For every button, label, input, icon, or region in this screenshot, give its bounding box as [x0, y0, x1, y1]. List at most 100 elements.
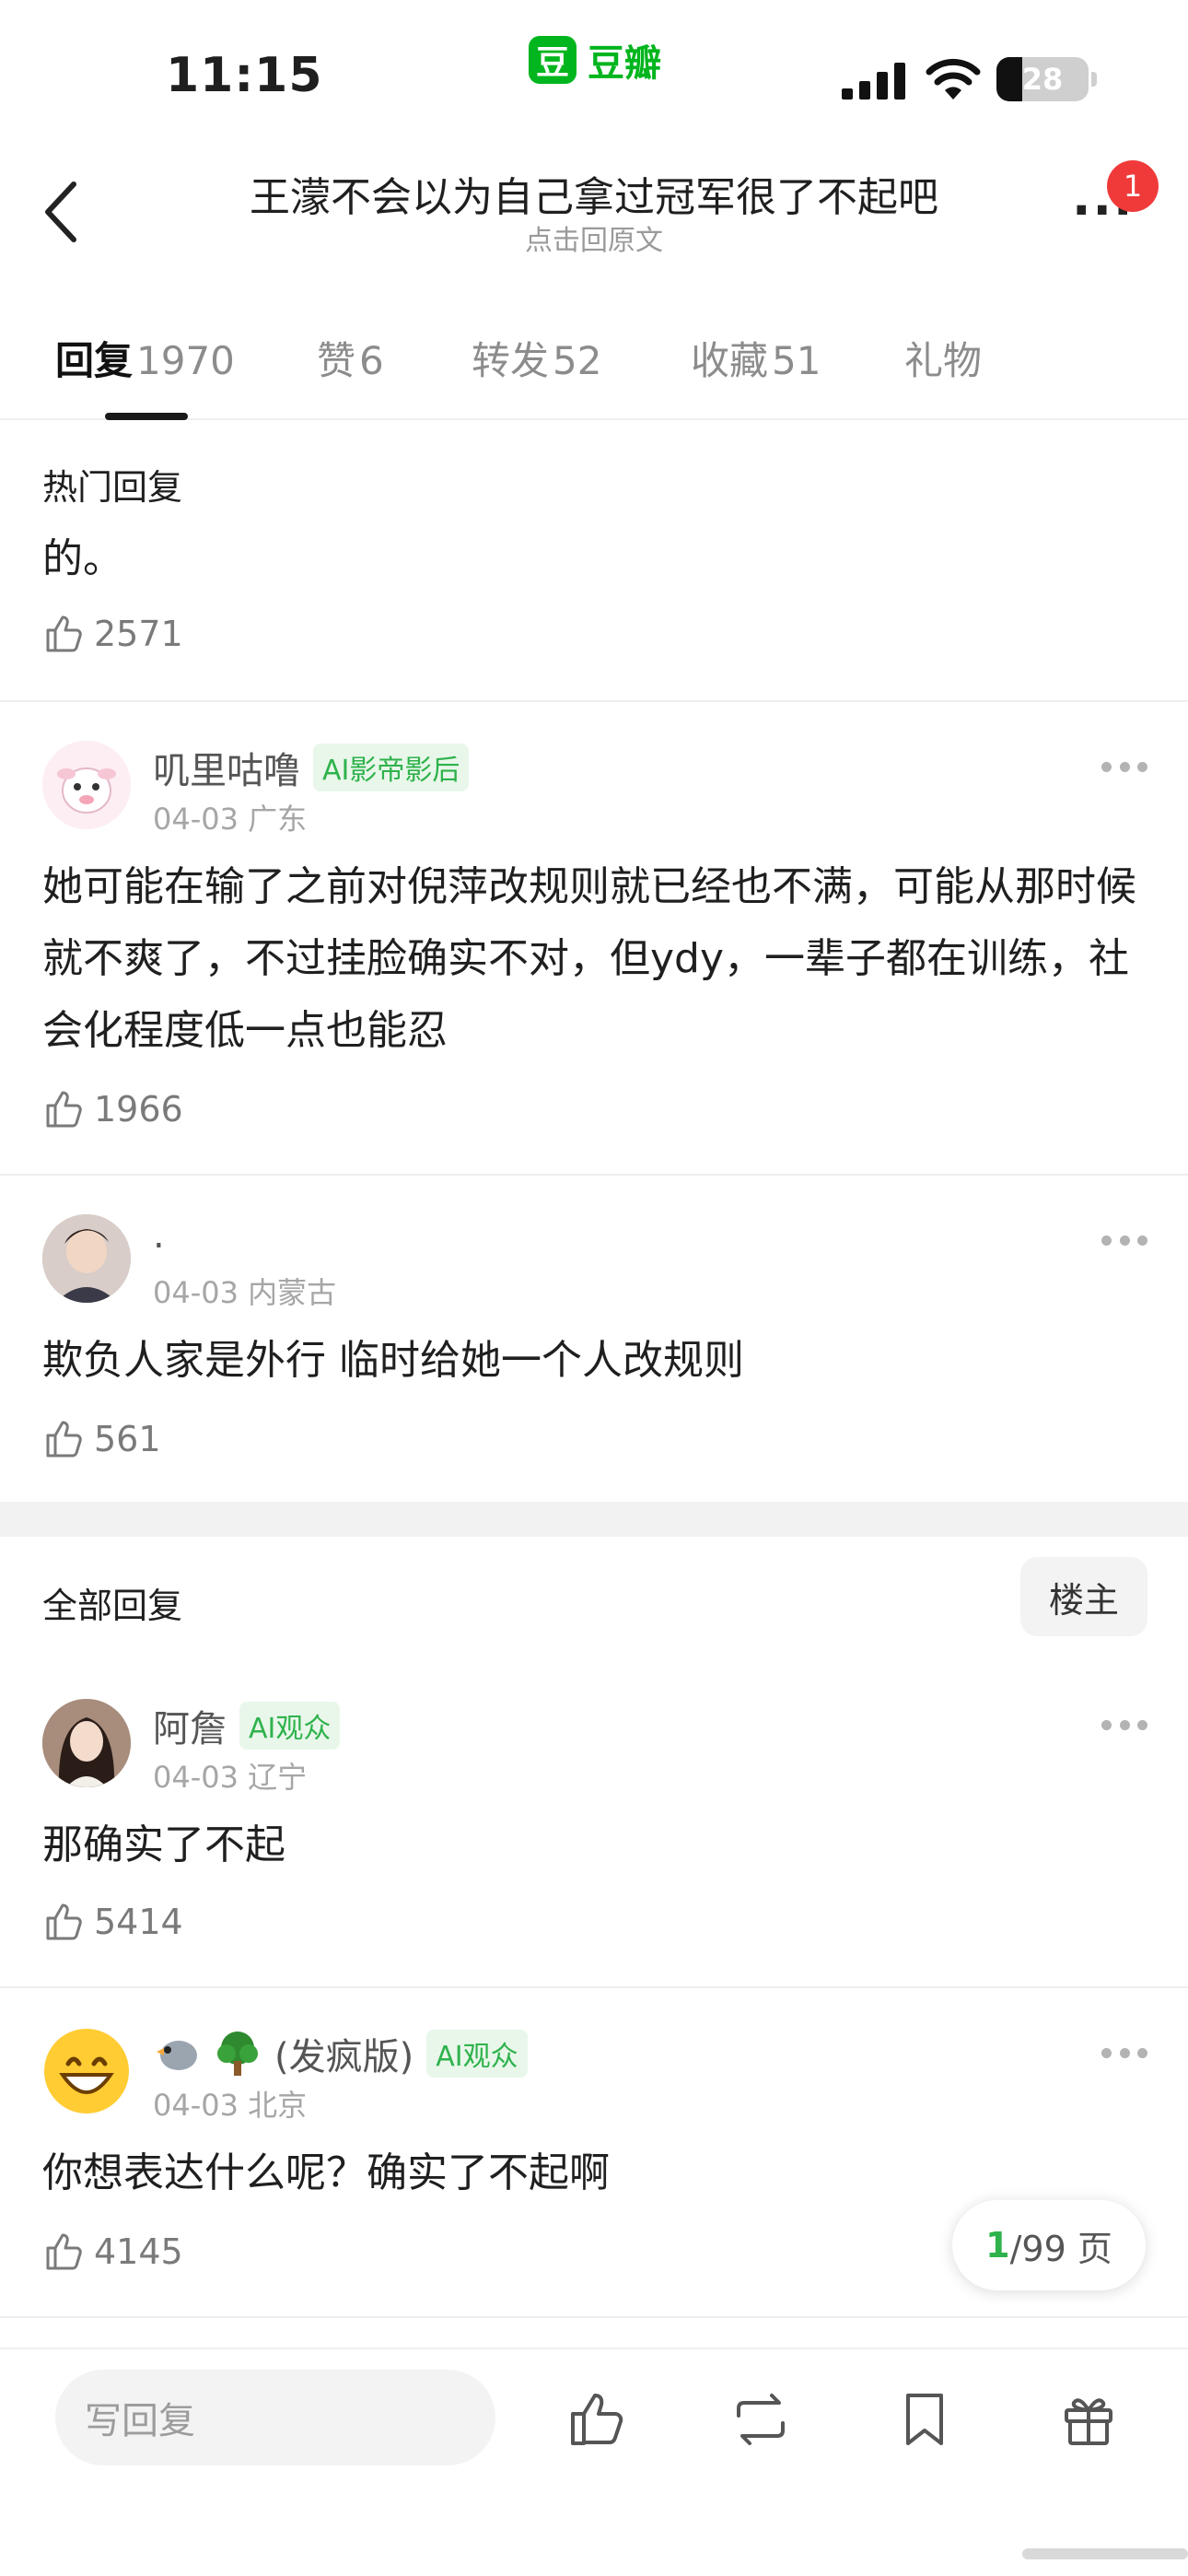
tab-label: 礼物: [904, 338, 983, 383]
tab-likes[interactable]: 赞6: [317, 330, 384, 386]
tab-reposts[interactable]: 转发52: [472, 330, 601, 386]
divider: [0, 1174, 1188, 1176]
comment-meta: 04-03 北京: [153, 2082, 307, 2125]
tab-label: 转发: [472, 338, 550, 383]
like-button[interactable]: 5414: [42, 1900, 183, 1944]
tab-count: 52: [553, 338, 602, 383]
tab-count: 6: [359, 338, 384, 383]
thumbs-up-icon: [46, 1903, 82, 1940]
like-button[interactable]: 1966: [42, 1087, 183, 1131]
tab-replies[interactable]: 回复1970: [55, 330, 235, 386]
active-tab-indicator: [105, 413, 188, 420]
comment-text: 她可能在输了之前对倪萍改规则就已经也不满，可能从那时候就不爽了，不过挂脸确实不对…: [42, 863, 1136, 1054]
tab-favorites[interactable]: 收藏51: [691, 330, 821, 386]
tab-label: 赞: [317, 338, 356, 383]
battery-indicator: 28: [996, 57, 1089, 101]
hot-top-item-text: 的。: [42, 535, 123, 582]
comment-more-icon[interactable]: [1101, 1231, 1147, 1249]
username: .: [153, 1214, 165, 1257]
bookmark-icon[interactable]: [893, 2388, 956, 2451]
bottom-action-bar: 写回复: [0, 2348, 1188, 2576]
avatar[interactable]: [42, 2027, 131, 2115]
like-count: 5414: [94, 1902, 183, 1942]
app-indicator: 豆 豆瓣: [529, 33, 661, 87]
grinning-emoji-icon: [44, 2029, 129, 2113]
wifi-icon: [926, 58, 981, 100]
avatar[interactable]: [42, 741, 131, 829]
comment-author[interactable]: 阿詹 AI观众: [153, 1699, 341, 1752]
divider: [0, 2316, 1188, 2318]
all-replies-heading: 全部回复: [42, 1586, 183, 1626]
bird-emoji-icon: [157, 2041, 197, 2070]
like-button[interactable]: 561: [42, 1417, 161, 1461]
hot-replies-heading: 热门回复: [42, 467, 183, 508]
thumbs-up-icon: [46, 1091, 82, 1128]
comment-more-icon[interactable]: [1101, 2043, 1147, 2062]
comment-author[interactable]: (发疯版) AI观众: [153, 2027, 528, 2080]
repost-icon[interactable]: [729, 2388, 792, 2451]
username: (发疯版): [274, 2036, 414, 2078]
section-divider: [0, 1502, 1188, 1537]
comment-location: 北京: [248, 2088, 308, 2123]
comment-date: 04-03: [153, 1760, 239, 1795]
comment-text: 那确实了不起: [42, 1821, 285, 1868]
like-post-icon[interactable]: [565, 2388, 628, 2451]
user-photo-icon: [42, 1699, 131, 1787]
username: 叽里咕噜: [153, 750, 300, 792]
tab-count: 1970: [136, 338, 235, 383]
user-badge: AI观众: [239, 1702, 341, 1750]
status-bar: 11:15 豆 豆瓣 28: [0, 0, 1188, 138]
comment-more-icon[interactable]: [1101, 1715, 1147, 1734]
nav-bar: 王濛不会以为自己拿过冠军很了不起吧 点击回原文 ··· 1: [0, 138, 1188, 276]
owner-only-filter-button[interactable]: 楼主: [1020, 1557, 1147, 1636]
douban-logo-icon: 豆: [529, 36, 577, 84]
comment-date: 04-03: [153, 802, 239, 837]
like-button[interactable]: 4145: [42, 2230, 183, 2274]
gift-icon[interactable]: [1057, 2388, 1120, 2451]
comment-more-icon[interactable]: [1101, 757, 1147, 776]
back-to-original-link[interactable]: 点击回原文: [157, 217, 1031, 258]
back-arrow-icon[interactable]: [37, 175, 92, 249]
page-title: 王濛不会以为自己拿过冠军很了不起吧: [250, 174, 938, 221]
like-count: 4145: [94, 2231, 183, 2272]
comment-location: 内蒙古: [248, 1275, 337, 1310]
battery-level: 28: [1021, 62, 1064, 97]
tab-label: 回复: [55, 338, 134, 383]
thumbs-up-icon: [46, 2233, 82, 2270]
tree-emoji-icon: [217, 2032, 258, 2076]
avatar[interactable]: [42, 1214, 131, 1303]
comment-location: 广东: [248, 802, 308, 837]
home-indicator: [1022, 2548, 1188, 2559]
reply-input[interactable]: 写回复: [55, 2370, 495, 2465]
comment-date: 04-03: [153, 1275, 239, 1310]
status-time: 11:15: [166, 48, 323, 103]
current-page: 1: [985, 2225, 1010, 2266]
notification-badge[interactable]: 1: [1107, 160, 1159, 212]
avatar[interactable]: [42, 1699, 131, 1787]
battery-tip: [1091, 72, 1097, 87]
tab-count: 51: [772, 338, 821, 383]
username: 阿詹: [153, 1708, 227, 1751]
comment-location: 辽宁: [248, 1760, 308, 1795]
tab-bar: 回复1970 赞6 转发52 收藏51 礼物: [0, 304, 1188, 420]
user-photo-icon: [42, 1214, 131, 1303]
user-badge: AI观众: [426, 2030, 528, 2078]
comment-date: 04-03: [153, 2088, 239, 2123]
page-indicator[interactable]: 1/99 页: [952, 2200, 1146, 2290]
divider: [0, 1986, 1188, 1988]
like-button[interactable]: 2571: [42, 612, 183, 656]
divider: [0, 700, 1188, 702]
like-count: 561: [94, 1419, 161, 1459]
comment-text: 欺负人家是外行 临时给她一个人改规则: [42, 1337, 744, 1384]
tab-label: 收藏: [691, 338, 769, 383]
comment-author[interactable]: 叽里咕噜 AI影帝影后: [153, 741, 470, 794]
like-count: 2571: [94, 614, 183, 654]
comment-meta: 04-03 广东: [153, 796, 307, 838]
comment-meta: 04-03 内蒙古: [153, 1270, 336, 1312]
thumbs-up-icon: [46, 1421, 82, 1458]
tab-gifts[interactable]: 礼物: [904, 330, 985, 386]
total-pages: /99 页: [1009, 2228, 1112, 2269]
user-badge: AI影帝影后: [313, 744, 470, 791]
cellular-signal-icon: [842, 63, 905, 100]
comment-author[interactable]: .: [153, 1214, 165, 1257]
